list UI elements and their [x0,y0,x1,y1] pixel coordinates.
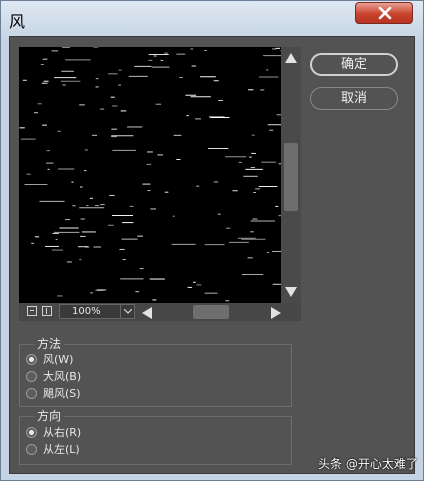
radio-label: 从左(L) [43,443,80,456]
radio-wind[interactable]: 风(W) [26,352,73,368]
scroll-right-arrow-icon[interactable] [271,307,281,319]
vertical-scroll-thumb[interactable] [284,143,298,211]
window-title: 风 [9,12,26,31]
close-button[interactable] [355,2,413,24]
zoom-in-icon[interactable] [42,306,52,316]
radio-from-right[interactable]: 从右(R) [26,425,81,441]
chevron-down-icon [124,309,132,314]
watermark-text: 头条 @开心太难了 [318,457,418,471]
radio-label: 飓风(S) [43,387,81,400]
zoom-out-icon[interactable] [27,306,37,316]
title-bar[interactable]: 风 [1,1,423,35]
method-legend: 方法 [34,336,65,352]
radio-from-left[interactable]: 从左(L) [26,442,80,458]
radio-button[interactable] [26,444,37,455]
preview-zoom-bar: 100% [19,303,301,321]
radio-label: 风(W) [43,353,74,366]
zoom-dropdown-button[interactable] [120,305,135,318]
radio-blast[interactable]: 大风(B) [26,369,81,385]
close-icon [378,7,392,20]
scroll-down-arrow-icon[interactable] [285,287,297,297]
zoom-level-value: 100% [72,306,101,317]
scroll-up-arrow-icon[interactable] [285,53,297,63]
radio-button[interactable] [26,371,37,382]
dialog-window: 风 100% 确定 取消 方法 风(W) 大风(B) 飓风(S) 方向 从右(R… [0,0,424,481]
radio-label: 大风(B) [43,370,82,383]
dialog-client-area: 100% 确定 取消 方法 风(W) 大风(B) 飓风(S) 方向 从右(R) … [9,36,415,474]
radio-stagger[interactable]: 飓风(S) [26,386,81,402]
scroll-left-arrow-icon[interactable] [142,307,152,319]
ok-button[interactable]: 确定 [310,53,398,76]
filter-preview[interactable] [19,47,281,303]
horizontal-scroll-thumb[interactable] [193,305,229,319]
radio-button[interactable] [26,427,37,438]
radio-label: 从右(R) [43,426,82,439]
radio-button[interactable] [26,354,37,365]
method-group: 方法 风(W) 大风(B) 飓风(S) [19,336,292,407]
preview-vertical-scrollbar[interactable] [281,47,301,303]
wind-preview-image [19,47,281,302]
cancel-button[interactable]: 取消 [310,87,398,110]
direction-legend: 方向 [34,408,65,424]
direction-group: 方向 从右(R) 从左(L) [19,408,292,465]
radio-button[interactable] [26,388,37,399]
